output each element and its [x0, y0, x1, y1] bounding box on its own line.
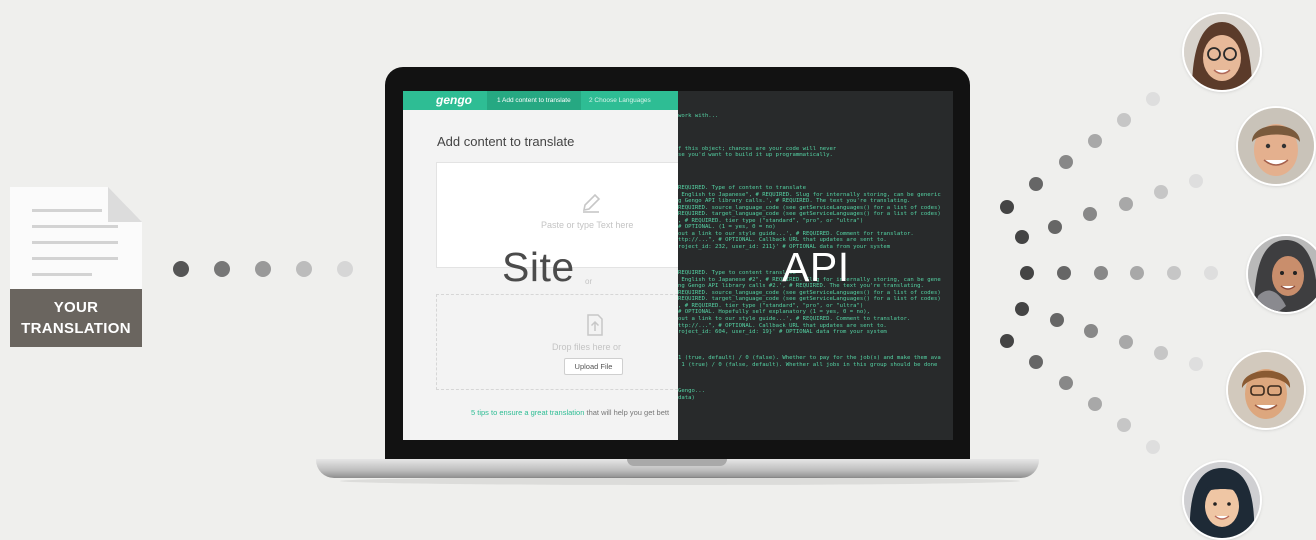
- avatar-woman-headscarf-icon: [1248, 236, 1316, 312]
- or-separator: or: [585, 277, 593, 286]
- step-choose-languages[interactable]: 2 Choose Languages: [589, 91, 651, 110]
- translator-avatar[interactable]: [1248, 236, 1316, 312]
- fan-dot: [1130, 266, 1144, 280]
- fan-dot: [1117, 418, 1131, 432]
- avatar-man-smiling-icon: [1238, 108, 1314, 184]
- site-overlay-label: Site: [502, 244, 575, 290]
- translation-document-icon: YOUR TRANSLATION: [10, 187, 142, 347]
- fan-dot: [1029, 355, 1043, 369]
- laptop-screen: work with... f this object; chances are …: [403, 91, 953, 440]
- fan-dot: [1154, 185, 1168, 199]
- fan-dot: [1020, 266, 1034, 280]
- laptop-shadow: [340, 477, 1020, 485]
- fan-dot: [1119, 335, 1133, 349]
- fan-dot: [1084, 324, 1098, 338]
- fan-dot: [1048, 220, 1062, 234]
- page-title: Add content to translate: [437, 134, 575, 149]
- avatar-man-glasses-icon: [1228, 352, 1304, 428]
- fan-dot: [1057, 266, 1071, 280]
- code-line: 1 (true, default) / 0 (false). Whether t…: [678, 355, 941, 362]
- fan-dot: [1059, 376, 1073, 390]
- document-line: [32, 225, 118, 228]
- tips-text: that will help you get bett: [584, 408, 670, 417]
- document-line: [32, 209, 102, 212]
- document-fold: [108, 187, 142, 222]
- fan-dot: [1146, 92, 1160, 106]
- translator-avatar[interactable]: [1184, 462, 1260, 538]
- laptop-notch: [627, 459, 727, 466]
- gengo-logo[interactable]: gengo: [436, 93, 472, 107]
- code-line: 1 (true) / 0 (false, default). Whether a…: [678, 361, 938, 368]
- translator-avatar[interactable]: [1228, 352, 1304, 428]
- fan-dot: [1083, 207, 1097, 221]
- fan-dot: [1119, 197, 1133, 211]
- app-navbar: gengo 1 Add content to translate 2 Choos…: [403, 91, 678, 110]
- fan-dot: [1167, 266, 1181, 280]
- connector-dot: [337, 261, 353, 277]
- fan-dot: [1015, 302, 1029, 316]
- file-drop-zone[interactable]: Drop files here or Upload File: [436, 294, 678, 390]
- api-overlay-label: API: [782, 244, 850, 290]
- fan-dot: [1204, 266, 1218, 280]
- code-line: data): [678, 394, 695, 401]
- fan-dot: [1059, 155, 1073, 169]
- document-line: [32, 273, 92, 276]
- paste-placeholder: Paste or type Text here: [541, 220, 634, 230]
- connector-dot: [214, 261, 230, 277]
- api-panel: work with... f this object; chances are …: [678, 91, 953, 440]
- code-line: REQUIRED. target_language_code (see getS…: [678, 296, 941, 303]
- fan-dot: [1154, 346, 1168, 360]
- hero-illustration: YOUR TRANSLATION work with... f this obj…: [0, 0, 1316, 540]
- fan-dot: [1189, 357, 1203, 371]
- fan-dot: [1088, 134, 1102, 148]
- fan-dot: [1117, 113, 1131, 127]
- fan-dot: [1146, 440, 1160, 454]
- tips-line: 5 tips to ensure a great translation tha…: [471, 408, 669, 417]
- document-label-line2: TRANSLATION: [21, 320, 131, 337]
- connector-dot: [173, 261, 189, 277]
- upload-file-button[interactable]: Upload File: [564, 358, 623, 375]
- drop-files-text: Drop files here or: [552, 342, 622, 352]
- document-line: [32, 241, 118, 244]
- translator-avatar[interactable]: [1184, 14, 1260, 90]
- site-panel: gengo 1 Add content to translate 2 Choos…: [403, 91, 678, 440]
- pencil-icon: [582, 193, 601, 213]
- step-add-content[interactable]: 1 Add content to translate: [487, 91, 581, 110]
- code-line: REQUIRED. target_language_code (see getS…: [678, 211, 941, 218]
- fan-dot: [1050, 313, 1064, 327]
- fan-dot: [1189, 174, 1203, 188]
- avatar-woman-glasses-icon: [1184, 14, 1260, 90]
- fan-dot: [1000, 334, 1014, 348]
- document-label: YOUR TRANSLATION: [10, 289, 142, 347]
- connector-dot: [296, 261, 312, 277]
- upload-file-icon: [587, 314, 603, 336]
- fan-dot: [1094, 266, 1108, 280]
- avatar-woman-dark-hair-icon: [1184, 462, 1260, 538]
- fan-dot: [1029, 177, 1043, 191]
- document-label-line1: YOUR: [53, 299, 99, 316]
- fan-dot: [1088, 397, 1102, 411]
- fan-dot: [1000, 200, 1014, 214]
- document-line: [32, 257, 118, 260]
- translator-avatar[interactable]: [1238, 108, 1314, 184]
- fan-dot: [1015, 230, 1029, 244]
- tips-link[interactable]: 5 tips to ensure a great translation: [471, 408, 584, 417]
- connector-dot: [255, 261, 271, 277]
